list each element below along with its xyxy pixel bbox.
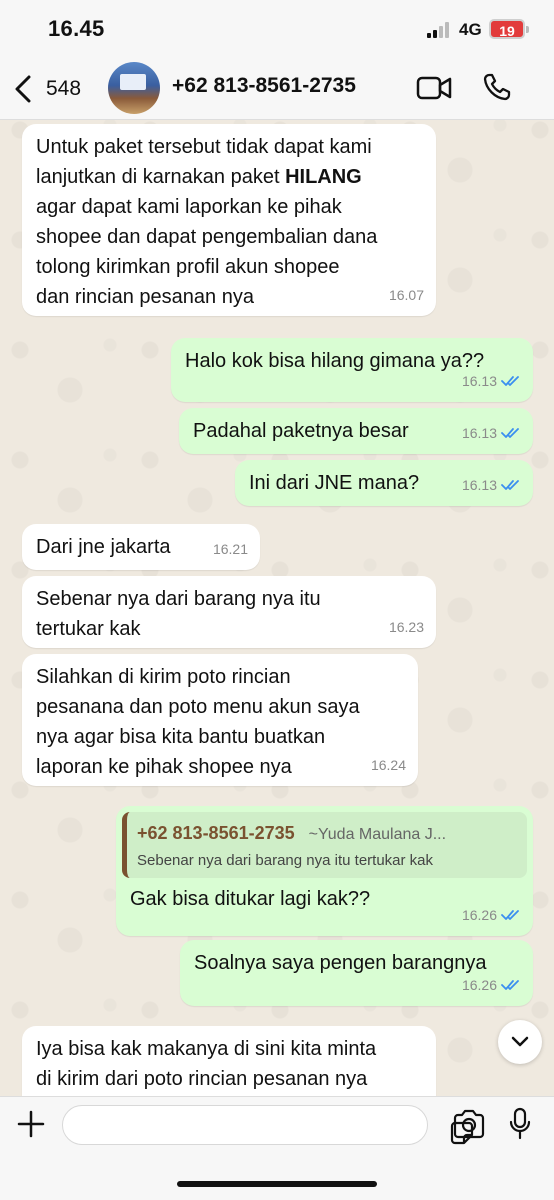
quote-text: Sebenar nya dari barang nya itu tertukar… [137, 852, 434, 869]
message-outgoing[interactable]: Padahal paketnya besar 16.13 [179, 408, 533, 454]
message-text-cont: agar dapat kami laporkan ke pihak shopee… [36, 196, 378, 308]
read-ticks-icon [501, 980, 519, 990]
read-ticks-icon [501, 428, 519, 438]
quote-sender-number: +62 813-8561-2735 [137, 823, 295, 843]
message-time: 16.13 [461, 425, 497, 441]
message-incoming[interactable]: Iya bisa kak makanya di sini kita minta … [22, 1026, 436, 1104]
read-ticks-icon [501, 910, 519, 920]
chevron-down-icon [511, 1036, 529, 1047]
quoted-message[interactable]: +62 813-8561-2735 ~Yuda Maulana J... Seb… [122, 812, 527, 878]
chevron-left-icon [15, 75, 31, 103]
home-indicator [177, 1181, 377, 1187]
message-text: Sebenar nya dari barang nya itu tertukar… [36, 588, 321, 640]
message-bold-text: HILANG [285, 166, 362, 188]
phone-call-icon[interactable] [482, 72, 512, 102]
message-time: 16.26 [461, 977, 497, 993]
message-outgoing[interactable]: Halo kok bisa hilang gimana ya?? 16.13 [171, 338, 533, 402]
message-text: Silahkan di kirim poto rincian pesanana … [36, 666, 360, 778]
message-incoming[interactable]: Untuk paket tersebut tidak dapat kami la… [22, 124, 436, 316]
message-incoming[interactable]: Sebenar nya dari barang nya itu tertukar… [22, 576, 436, 648]
message-incoming[interactable]: Dari jne jakarta 16.21 [22, 524, 260, 570]
message-outgoing[interactable]: Ini dari JNE mana? 16.13 [235, 460, 533, 506]
message-time: 16.13 [461, 477, 497, 493]
unread-count: 548 [46, 77, 82, 100]
camera-icon[interactable] [452, 1109, 486, 1139]
chat-header: 548 +62 813-8561-2735 [0, 56, 554, 120]
network-type: 4G [459, 20, 482, 39]
quote-sender-name: ~Yuda Maulana J... [308, 826, 447, 843]
read-ticks-icon [501, 376, 519, 386]
status-time: 16.45 [48, 16, 105, 41]
message-time: 16.07 [388, 287, 424, 303]
message-time: 16.21 [212, 541, 248, 557]
message-time: 16.26 [461, 907, 497, 923]
signal-icon [427, 22, 453, 38]
message-time: 16.24 [370, 757, 406, 773]
message-time: 16.23 [388, 619, 424, 635]
avatar[interactable] [108, 62, 160, 114]
message-text: Iya bisa kak makanya di sini kita minta … [36, 1038, 377, 1090]
video-call-icon[interactable] [416, 74, 452, 102]
message-input[interactable] [62, 1105, 474, 1145]
back-button[interactable]: 548 [14, 72, 94, 106]
message-outgoing-reply[interactable]: +62 813-8561-2735 ~Yuda Maulana J... Seb… [116, 806, 533, 936]
message-incoming[interactable]: Silahkan di kirim poto rincian pesanana … [22, 654, 418, 786]
status-bar: 16.45 4G 19 [0, 0, 554, 56]
contact-name[interactable]: +62 813-8561-2735 [172, 74, 356, 98]
plus-icon[interactable] [16, 1109, 46, 1139]
message-time: 16.13 [461, 373, 497, 389]
message-outgoing[interactable]: Soalnya saya pengen barangnya 16.26 [180, 940, 533, 1006]
microphone-icon[interactable] [508, 1107, 532, 1141]
scroll-to-bottom-button[interactable] [498, 1020, 542, 1064]
read-ticks-icon [501, 480, 519, 490]
battery-icon: 19 [489, 19, 529, 39]
